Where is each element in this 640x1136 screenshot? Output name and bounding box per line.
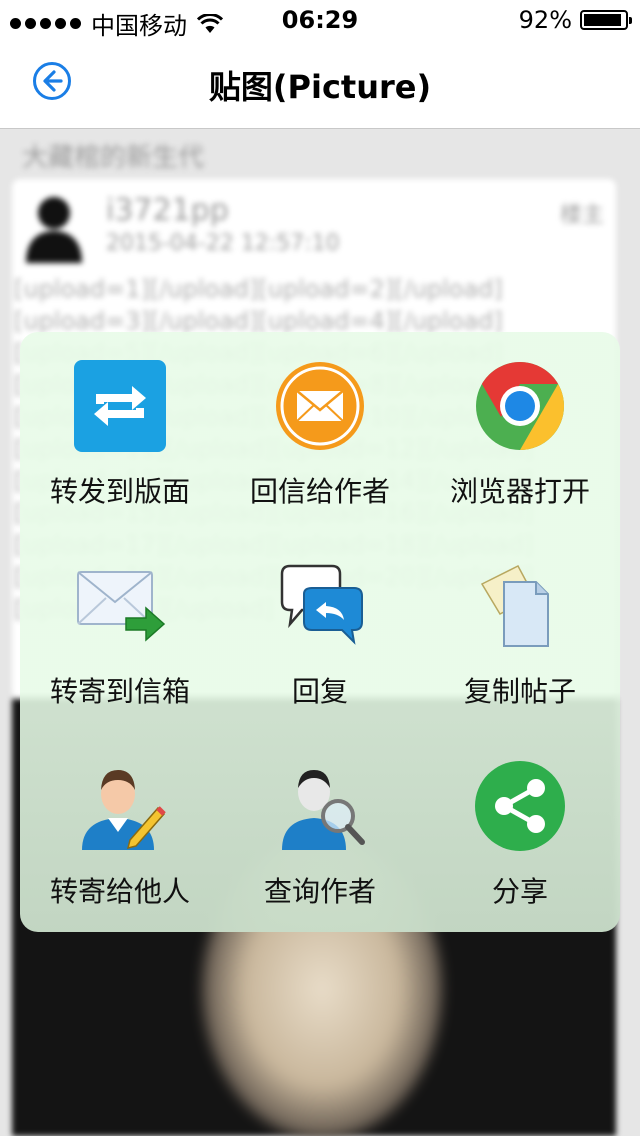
share-icon <box>475 761 565 851</box>
menu-item-label: 查询作者 <box>263 875 376 908</box>
action-menu-grid: 转发到版面 回信给作者 浏览器打开 转寄到信箱 回复 复制帖子 转寄给他人 查询… <box>20 332 620 932</box>
board-name: 大藏棺的新生代 <box>22 143 205 173</box>
chrome-icon <box>476 362 564 450</box>
menu-item-copy-post[interactable]: 复制帖子 <box>420 532 620 732</box>
repost-icon <box>74 360 166 452</box>
user-search-icon <box>282 770 365 850</box>
mail-icon <box>276 362 364 450</box>
menu-item-open-browser[interactable]: 浏览器打开 <box>420 332 620 532</box>
forward-mail-icon <box>77 571 166 642</box>
reply-icon <box>280 564 363 645</box>
menu-item-label: 分享 <box>491 875 548 908</box>
post-time: 2015-04-22 12:57:10 <box>106 231 340 256</box>
menu-item-forward-user[interactable]: 转寄给他人 <box>20 732 220 932</box>
page-title: 贴图(Picture) <box>208 68 432 106</box>
copy-icon <box>480 565 549 647</box>
menu-item-label: 回信给作者 <box>249 475 390 508</box>
menu-item-forward-mail[interactable]: 转寄到信箱 <box>20 532 220 732</box>
menu-item-label: 回复 <box>291 675 348 708</box>
battery-icon <box>580 10 632 30</box>
battery-fill <box>584 14 621 26</box>
menu-item-search-author[interactable]: 查询作者 <box>220 732 420 932</box>
post-floor: 楼主 <box>559 203 604 228</box>
menu-item-label: 复制帖子 <box>463 675 576 708</box>
status-right: 92% <box>518 6 632 34</box>
action-menu: 转发到版面 回信给作者 浏览器打开 转寄到信箱 回复 复制帖子 转寄给他人 查询… <box>20 332 620 932</box>
user-edit-icon <box>82 770 166 850</box>
menu-item-reply-mail[interactable]: 回信给作者 <box>220 332 420 532</box>
status-bar: 中国移动 06:29 92% <box>0 0 640 40</box>
menu-item-label: 浏览器打开 <box>449 475 590 508</box>
post-author: i3721pp <box>106 193 229 228</box>
menu-item-label: 转发到版面 <box>49 475 190 508</box>
navigation-bar: 贴图(Picture) <box>0 40 640 129</box>
post-body-line: [upload=1][/upload][upload=2][/upload] <box>14 275 503 303</box>
menu-item-repost[interactable]: 转发到版面 <box>20 332 220 532</box>
menu-item-label: 转寄给他人 <box>49 875 190 908</box>
menu-item-share[interactable]: 分享 <box>420 732 620 932</box>
avatar <box>26 197 82 263</box>
battery-percentage: 92% <box>518 6 572 34</box>
menu-item-label: 转寄到信箱 <box>49 675 190 708</box>
menu-item-reply[interactable]: 回复 <box>220 532 420 732</box>
